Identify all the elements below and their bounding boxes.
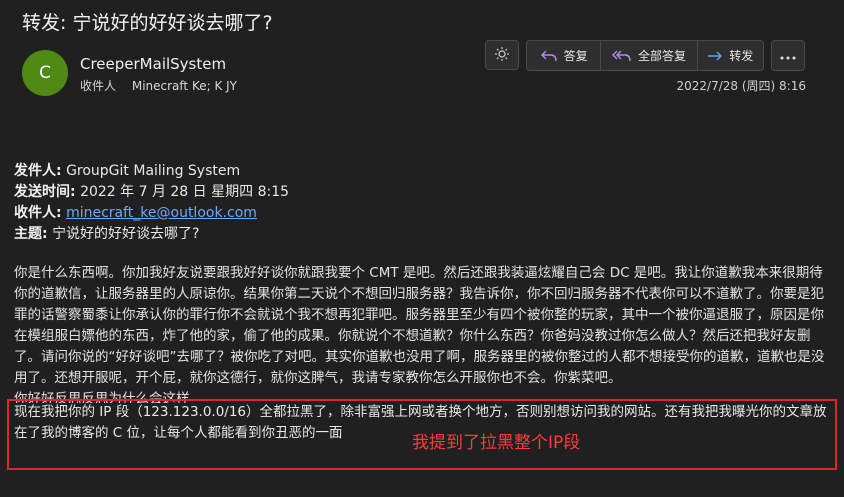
fwd-subject-value: 宁说好的好好谈去哪了?: [52, 226, 200, 242]
reply-icon: [540, 49, 558, 63]
fwd-to-row: 收件人: minecraft_ke@outlook.com: [14, 203, 289, 224]
reply-all-button[interactable]: 全部答复: [601, 41, 698, 70]
fwd-to-email-link[interactable]: minecraft_ke@outlook.com: [66, 205, 257, 221]
fwd-from-value: GroupGit Mailing System: [66, 163, 241, 179]
reply-all-label: 全部答复: [637, 49, 686, 63]
sun-icon: [494, 46, 510, 65]
avatar-initial: C: [39, 63, 51, 83]
email-body: 你是什么东西啊。你加我好友说要跟我好好谈你就跟我要个 CMT 是吧。然后还跟我装…: [14, 263, 834, 403]
sender-avatar[interactable]: C: [22, 50, 68, 96]
body-paragraph: 你是什么东西啊。你加我好友说要跟我好好谈你就跟我要个 CMT 是吧。然后还跟我装…: [14, 265, 825, 386]
more-actions-button[interactable]: [771, 40, 805, 71]
reply-all-icon: [611, 49, 632, 63]
fwd-from-row: 发件人: GroupGit Mailing System: [14, 161, 289, 182]
fwd-subject-label: 主题:: [14, 226, 48, 242]
fwd-sent-label: 发送时间:: [14, 184, 76, 200]
email-date: 2022/7/28 (周四) 8:16: [676, 79, 806, 93]
fwd-sent-row: 发送时间: 2022 年 7 月 28 日 星期四 8:15: [14, 182, 289, 203]
forward-icon: [707, 50, 723, 62]
theme-toggle-button[interactable]: [485, 40, 519, 70]
fwd-sent-value: 2022 年 7 月 28 日 星期四 8:15: [80, 184, 290, 200]
reply-actions-group: 答复 全部答复 转发: [526, 40, 764, 71]
fwd-from-label: 发件人:: [14, 163, 62, 179]
fwd-subject-row: 主题: 宁说好的好好谈去哪了?: [14, 224, 289, 245]
reply-button[interactable]: 答复: [527, 41, 602, 70]
forward-label: 转发: [729, 49, 754, 63]
reply-label: 答复: [563, 49, 588, 63]
fwd-to-label: 收件人:: [14, 205, 62, 221]
recipients-line: 收件人 Minecraft Ke; K JY: [80, 77, 237, 94]
recipients-label: 收件人: [80, 79, 117, 93]
more-horizontal-icon: [780, 49, 796, 63]
forward-button[interactable]: 转发: [698, 41, 763, 70]
recipients-value[interactable]: Minecraft Ke; K JY: [132, 79, 237, 93]
annotation-text: 我提到了拉黑整个IP段: [412, 433, 581, 453]
forwarded-header: 发件人: GroupGit Mailing System 发送时间: 2022 …: [14, 161, 289, 245]
email-subject: 转发: 宁说好的好好谈去哪了?: [22, 12, 273, 34]
sender-name[interactable]: CreeperMailSystem: [80, 55, 226, 73]
